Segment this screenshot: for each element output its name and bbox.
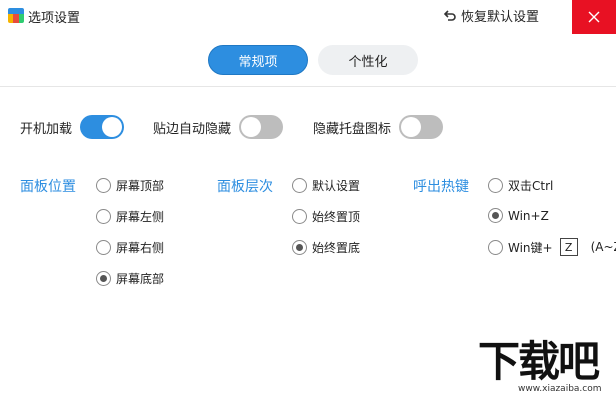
- toggle-autohide: 贴边自动隐藏: [153, 115, 284, 139]
- toggle-hide-tray-label: 隐藏托盘图标: [313, 121, 392, 137]
- radio-hotkey-win-z[interactable]: Win+Z: [488, 208, 549, 223]
- tab-bar: 常规项 个性化: [208, 45, 418, 75]
- radio-label: Win键+: [508, 240, 553, 255]
- hotkey-range-hint: (A~Z): [590, 240, 616, 254]
- restore-defaults-label: 恢复默认设置: [461, 10, 540, 25]
- title-bar: 选项设置 恢复默认设置: [0, 0, 616, 34]
- radio-label: 双击Ctrl: [508, 179, 554, 193]
- radio-button[interactable]: [488, 208, 503, 223]
- close-icon: [588, 11, 600, 23]
- radio-layer-default[interactable]: 默认设置: [292, 177, 360, 194]
- radio-screen-right[interactable]: 屏幕右侧: [96, 239, 164, 256]
- radio-button[interactable]: [488, 239, 503, 255]
- watermark-logo: 下载吧 www.xiazaiba.com: [478, 338, 616, 398]
- radio-label: 始终置底: [312, 241, 361, 255]
- hotkey-title: 呼出热键: [413, 179, 469, 195]
- toggle-autostart: 开机加载: [20, 115, 125, 139]
- radio-button[interactable]: [96, 240, 111, 255]
- watermark-text: 下载吧: [478, 337, 600, 386]
- radio-button[interactable]: [96, 209, 111, 224]
- radio-layer-bottom[interactable]: 始终置底: [292, 239, 360, 256]
- radio-label: 屏幕底部: [116, 272, 165, 286]
- undo-icon: [443, 9, 456, 21]
- watermark-url: www.xiazaiba.com: [518, 384, 602, 394]
- close-button[interactable]: [572, 0, 616, 34]
- toggle-autostart-label: 开机加载: [20, 121, 73, 137]
- panel-layer-title: 面板层次: [217, 179, 273, 195]
- window-title: 选项设置: [28, 11, 81, 26]
- toggle-hide-tray: 隐藏托盘图标: [313, 115, 444, 139]
- hide-tray-switch[interactable]: [399, 115, 444, 139]
- radio-label: 屏幕顶部: [116, 179, 165, 193]
- radio-screen-bottom[interactable]: 屏幕底部: [96, 270, 164, 287]
- radio-label: 屏幕右侧: [116, 241, 165, 255]
- tab-general[interactable]: 常规项: [208, 45, 308, 75]
- radio-button[interactable]: [292, 209, 307, 224]
- radio-hotkey-win-custom[interactable]: Win键+ Z (A~Z): [488, 238, 616, 256]
- radio-button[interactable]: [96, 178, 111, 193]
- divider: [0, 86, 616, 87]
- radio-label: Win+Z: [508, 208, 549, 223]
- radio-screen-top[interactable]: 屏幕顶部: [96, 177, 164, 194]
- autohide-switch[interactable]: [239, 115, 284, 139]
- radio-label: 屏幕左侧: [116, 210, 165, 224]
- radio-label: 默认设置: [312, 179, 361, 193]
- radio-button[interactable]: [292, 178, 307, 193]
- radio-button[interactable]: [96, 271, 111, 286]
- radio-button[interactable]: [488, 178, 503, 193]
- tab-personalize[interactable]: 个性化: [318, 45, 418, 75]
- app-icon: [8, 8, 24, 23]
- toggle-autohide-label: 贴边自动隐藏: [153, 121, 232, 137]
- panel-position-title: 面板位置: [20, 179, 76, 195]
- radio-layer-top[interactable]: 始终置顶: [292, 208, 360, 225]
- radio-hotkey-double-ctrl[interactable]: 双击Ctrl: [488, 177, 553, 194]
- radio-label: 始终置顶: [312, 210, 361, 224]
- radio-button[interactable]: [292, 240, 307, 255]
- radio-screen-left[interactable]: 屏幕左侧: [96, 208, 164, 225]
- hotkey-key-input[interactable]: Z: [559, 238, 578, 256]
- restore-defaults-button[interactable]: 恢复默认设置: [443, 6, 539, 25]
- autostart-switch[interactable]: [80, 115, 125, 139]
